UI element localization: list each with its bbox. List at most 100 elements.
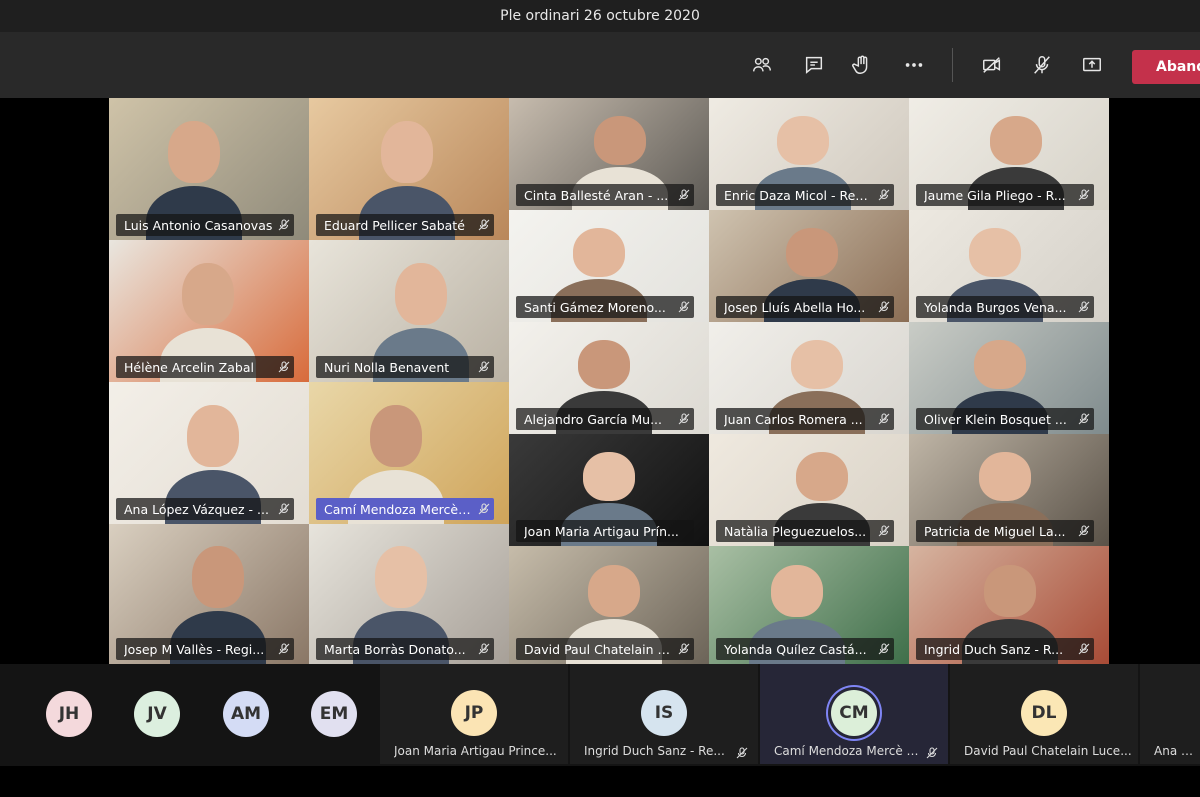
video-tile[interactable]: Alejandro García Mu... — [509, 322, 709, 434]
mic-muted-icon — [878, 301, 890, 313]
leave-button[interactable]: Abandonar — [1132, 50, 1200, 84]
participant-name: Yolanda Quílez Castá... — [724, 641, 867, 657]
participant-avatar: CM — [831, 690, 877, 736]
video-tile[interactable]: Nuri Nolla Benavent — [309, 240, 509, 382]
participant-video-face — [168, 120, 220, 184]
participant-name: Patricia de Miguel La... — [924, 523, 1066, 539]
mic-muted-icon — [278, 219, 290, 231]
participant-video-face — [777, 115, 829, 166]
participant-name: Nuri Nolla Benavent — [324, 359, 450, 375]
participant-video-face — [979, 451, 1031, 502]
participant-tile[interactable]: JP Joan Maria Artigau Prince... — [380, 664, 568, 764]
participant-name-label: Alejandro García Mu... — [516, 408, 694, 430]
video-tile[interactable]: Yolanda Quílez Castá... — [709, 546, 909, 664]
participant-avatar: JP — [451, 690, 497, 736]
video-tile[interactable]: Ingrid Duch Sanz - R... — [909, 546, 1109, 664]
participant-video-face — [990, 115, 1042, 166]
share-screen-icon[interactable] — [1078, 50, 1106, 80]
mic-muted-icon — [678, 189, 690, 201]
participant-video-face — [969, 227, 1021, 278]
participants-icon[interactable] — [748, 50, 776, 80]
participant-video-face — [578, 339, 630, 390]
video-tile[interactable]: Hélène Arcelin Zabal — [109, 240, 309, 382]
participant-name: Hélène Arcelin Zabal — [124, 359, 254, 375]
participant-name-label: Josep Lluís Abella Ho... — [716, 296, 894, 318]
video-tile[interactable]: Josep M Vallès - Regi... — [109, 524, 309, 664]
video-tile[interactable]: Ana López Vázquez - ... — [109, 382, 309, 524]
participant-name-label: Yolanda Quílez Castá... — [716, 638, 894, 660]
participant-name-label: Yolanda Burgos Vena... — [916, 296, 1094, 318]
mic-muted-icon — [878, 189, 890, 201]
participant-video-face — [187, 404, 239, 468]
participant-tile[interactable]: CM Camí Mendoza Mercè - Al... — [760, 664, 948, 764]
mic-muted-icon[interactable] — [1028, 50, 1056, 80]
participant-name-label: Natàlia Pleguezuelos... — [716, 520, 894, 542]
participant-video-face — [771, 564, 823, 617]
mic-muted-icon — [878, 643, 890, 655]
participant-name-label: Eduard Pellicer Sabaté — [316, 214, 494, 236]
participant-name: Oliver Klein Bosquet ... — [924, 411, 1067, 427]
participant-avatar[interactable]: EM — [311, 691, 357, 737]
video-tile[interactable]: Luis Antonio Casanovas — [109, 98, 309, 240]
participant-name: Ingrid Duch Sanz - Re... — [584, 744, 725, 758]
video-tile[interactable]: Joan Maria Artigau Prín... — [509, 434, 709, 546]
participant-name: Luis Antonio Casanovas — [124, 217, 273, 233]
video-tile[interactable]: Oliver Klein Bosquet ... — [909, 322, 1109, 434]
footer-bar — [0, 766, 1200, 797]
video-tile[interactable]: Santi Gámez Moreno... — [509, 210, 709, 322]
participant-name: Joan Maria Artigau Prín... — [524, 523, 679, 539]
mic-muted-icon — [1078, 643, 1090, 655]
video-tile[interactable]: Camí Mendoza Mercè - ... — [309, 382, 509, 524]
participant-name-label: Cinta Ballesté Aran - ... — [516, 184, 694, 206]
participant-video-face — [182, 262, 234, 326]
participant-avatar[interactable]: AM — [223, 691, 269, 737]
video-tile[interactable]: Jaume Gila Pliego - R... — [909, 98, 1109, 210]
participant-name-label: David Paul Chatelain Lu... — [516, 638, 694, 660]
participant-video-face — [381, 120, 433, 184]
participant-name-label: Jaume Gila Pliego - R... — [916, 184, 1094, 206]
participant-name: Natàlia Pleguezuelos... — [724, 523, 867, 539]
more-options-icon[interactable] — [900, 50, 928, 80]
video-tile[interactable]: Patricia de Miguel La... — [909, 434, 1109, 546]
video-tile[interactable]: Josep Lluís Abella Ho... — [709, 210, 909, 322]
mic-muted-icon — [678, 643, 690, 655]
video-tile[interactable]: Eduard Pellicer Sabaté — [309, 98, 509, 240]
participant-name: Yolanda Burgos Vena... — [924, 299, 1067, 315]
participant-avatar[interactable]: JV — [134, 691, 180, 737]
participant-tile[interactable]: DL David Paul Chatelain Luce... — [950, 664, 1138, 764]
participant-video-face — [583, 451, 635, 502]
video-tile[interactable]: Natàlia Pleguezuelos... — [709, 434, 909, 546]
participant-video-face — [786, 227, 838, 278]
chat-icon[interactable] — [800, 50, 828, 80]
mic-muted-icon — [878, 525, 890, 537]
video-tile[interactable]: Cinta Ballesté Aran - ... — [509, 98, 709, 210]
video-tile[interactable]: Marta Borràs Donato... — [309, 524, 509, 664]
participant-video-face — [192, 546, 244, 608]
raise-hand-icon[interactable] — [848, 50, 876, 80]
participant-tile[interactable]: IS Ingrid Duch Sanz - Re... — [570, 664, 758, 764]
participant-name: Josep M Vallès - Regi... — [124, 641, 265, 657]
video-tile[interactable]: David Paul Chatelain Lu... — [509, 546, 709, 664]
participant-name-label: Santi Gámez Moreno... — [516, 296, 694, 318]
mic-muted-icon — [278, 503, 290, 515]
participant-strip: JH JV AM EM JP Joan Maria Artigau Prince... IS… — [0, 664, 1200, 766]
camera-off-icon[interactable] — [978, 50, 1006, 80]
participant-name-label: Ingrid Duch Sanz - R... — [916, 638, 1094, 660]
mic-muted-icon — [1078, 413, 1090, 425]
participant-video-face — [791, 339, 843, 390]
video-tile[interactable]: Enric Daza Micol - Regi... — [709, 98, 909, 210]
participant-name: Jaume Gila Pliego - R... — [924, 187, 1066, 203]
overflow-avatar-group: JH JV AM EM — [0, 664, 380, 764]
video-tile[interactable]: Juan Carlos Romera ... — [709, 322, 909, 434]
participant-tile[interactable]: Ana Lóp — [1140, 664, 1200, 764]
mic-muted-icon — [736, 744, 748, 759]
mic-muted-icon — [478, 643, 490, 655]
participant-video-face — [573, 227, 625, 278]
participant-video-face — [395, 262, 447, 326]
participant-name: Alejandro García Mu... — [524, 411, 663, 427]
video-tile[interactable]: Yolanda Burgos Vena... — [909, 210, 1109, 322]
participant-name-label: Juan Carlos Romera ... — [716, 408, 894, 430]
mic-muted-icon — [678, 413, 690, 425]
participant-avatar[interactable]: JH — [46, 691, 92, 737]
participant-name-label: Hélène Arcelin Zabal — [116, 356, 294, 378]
